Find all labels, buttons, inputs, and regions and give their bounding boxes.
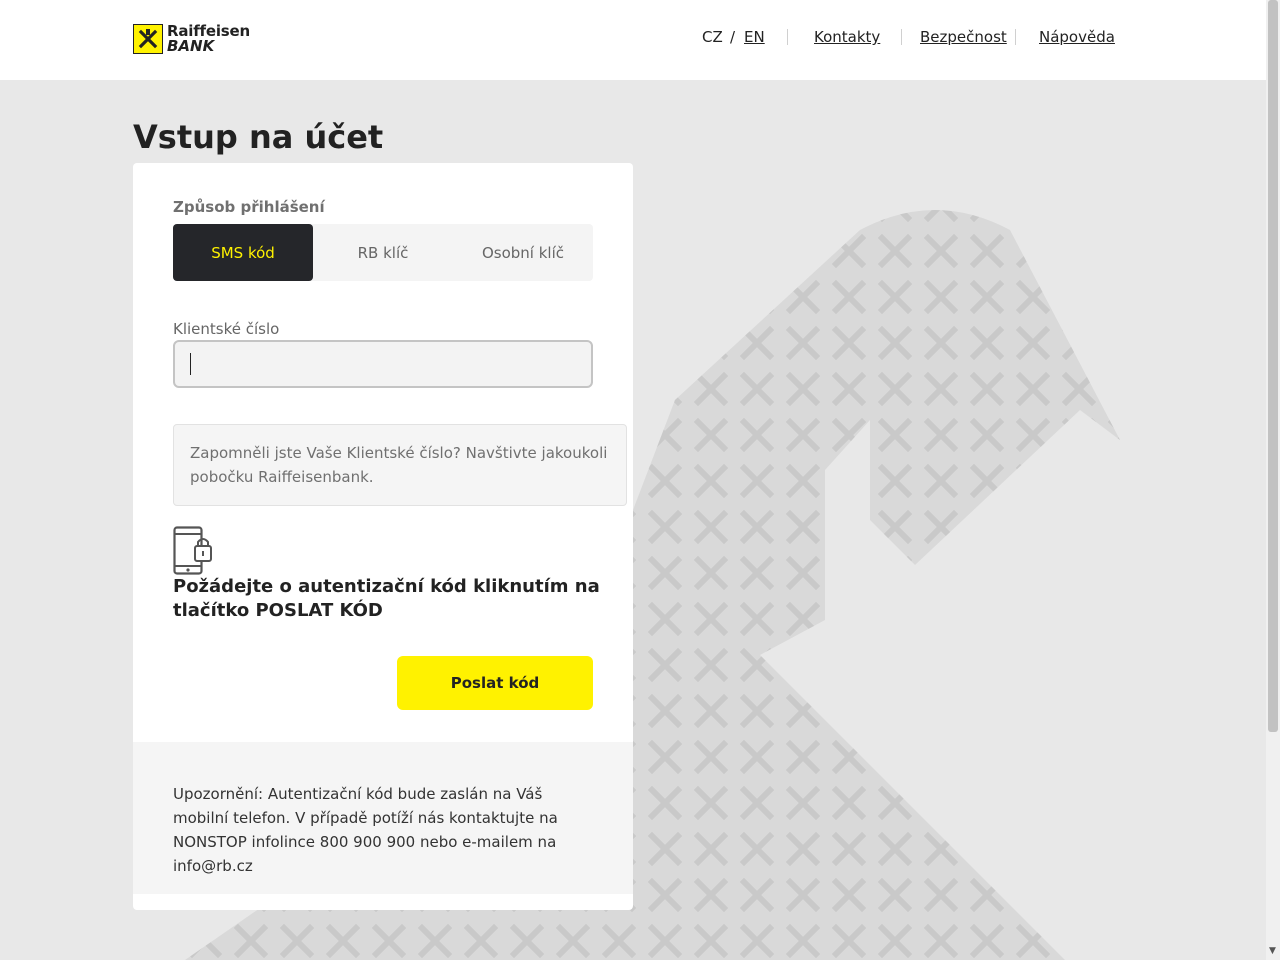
login-card: Způsob přihlášení SMS kód RB klíč Osobní… [133, 163, 633, 910]
lang-separator: / [730, 28, 736, 46]
tab-rb-key[interactable]: RB klíč [313, 224, 453, 281]
tab-personal-key[interactable]: Osobní klíč [453, 224, 593, 281]
logo-line-2: BANK [167, 37, 215, 55]
divider [787, 29, 788, 45]
lang-en-link[interactable]: EN [744, 28, 765, 46]
scrollbar-thumb[interactable] [1268, 0, 1278, 732]
forgot-client-number-info: Zapomněli jste Vaše Klientské číslo? Nav… [173, 424, 627, 506]
notice-panel: Upozornění: Autentizační kód bude zaslán… [133, 742, 633, 894]
notice-text: Upozornění: Autentizační kód bude zaslán… [173, 785, 558, 875]
text-caret [190, 353, 191, 375]
nav-link-contacts[interactable]: Kontakty [814, 28, 880, 46]
logo-wordmark: Raiffeisen BANK [167, 24, 250, 54]
send-code-button[interactable]: Poslat kód [397, 656, 593, 710]
client-number-label: Klientské číslo [173, 320, 280, 338]
scroll-down-arrow-icon[interactable]: ▼ [1269, 946, 1276, 956]
send-code-instruction: Požádejte o autentizační kód kliknutím n… [173, 576, 600, 621]
login-method-selector: SMS kód RB klíč Osobní klíč [173, 224, 593, 281]
login-method-label: Způsob přihlášení [173, 198, 325, 216]
client-number-input[interactable] [173, 340, 593, 388]
raiffeisen-logo-icon [133, 24, 163, 54]
page-title: Vstup na účet [133, 118, 384, 156]
phone-lock-icon [173, 526, 212, 575]
vertical-scrollbar[interactable]: ▼ [1266, 0, 1280, 960]
nav-link-security[interactable]: Bezpečnost [920, 28, 1007, 46]
lang-cz-link[interactable]: CZ [702, 28, 723, 46]
nav-link-help[interactable]: Nápověda [1039, 28, 1115, 46]
divider [901, 29, 902, 45]
divider [1015, 29, 1016, 45]
tab-sms-code[interactable]: SMS kód [173, 224, 313, 281]
page: Raiffeisen BANK CZ / EN Kontakty Bezpečn… [0, 0, 1266, 960]
raiffeisen-logo[interactable]: Raiffeisen BANK [133, 24, 250, 54]
top-header: Raiffeisen BANK CZ / EN Kontakty Bezpečn… [0, 0, 1266, 80]
